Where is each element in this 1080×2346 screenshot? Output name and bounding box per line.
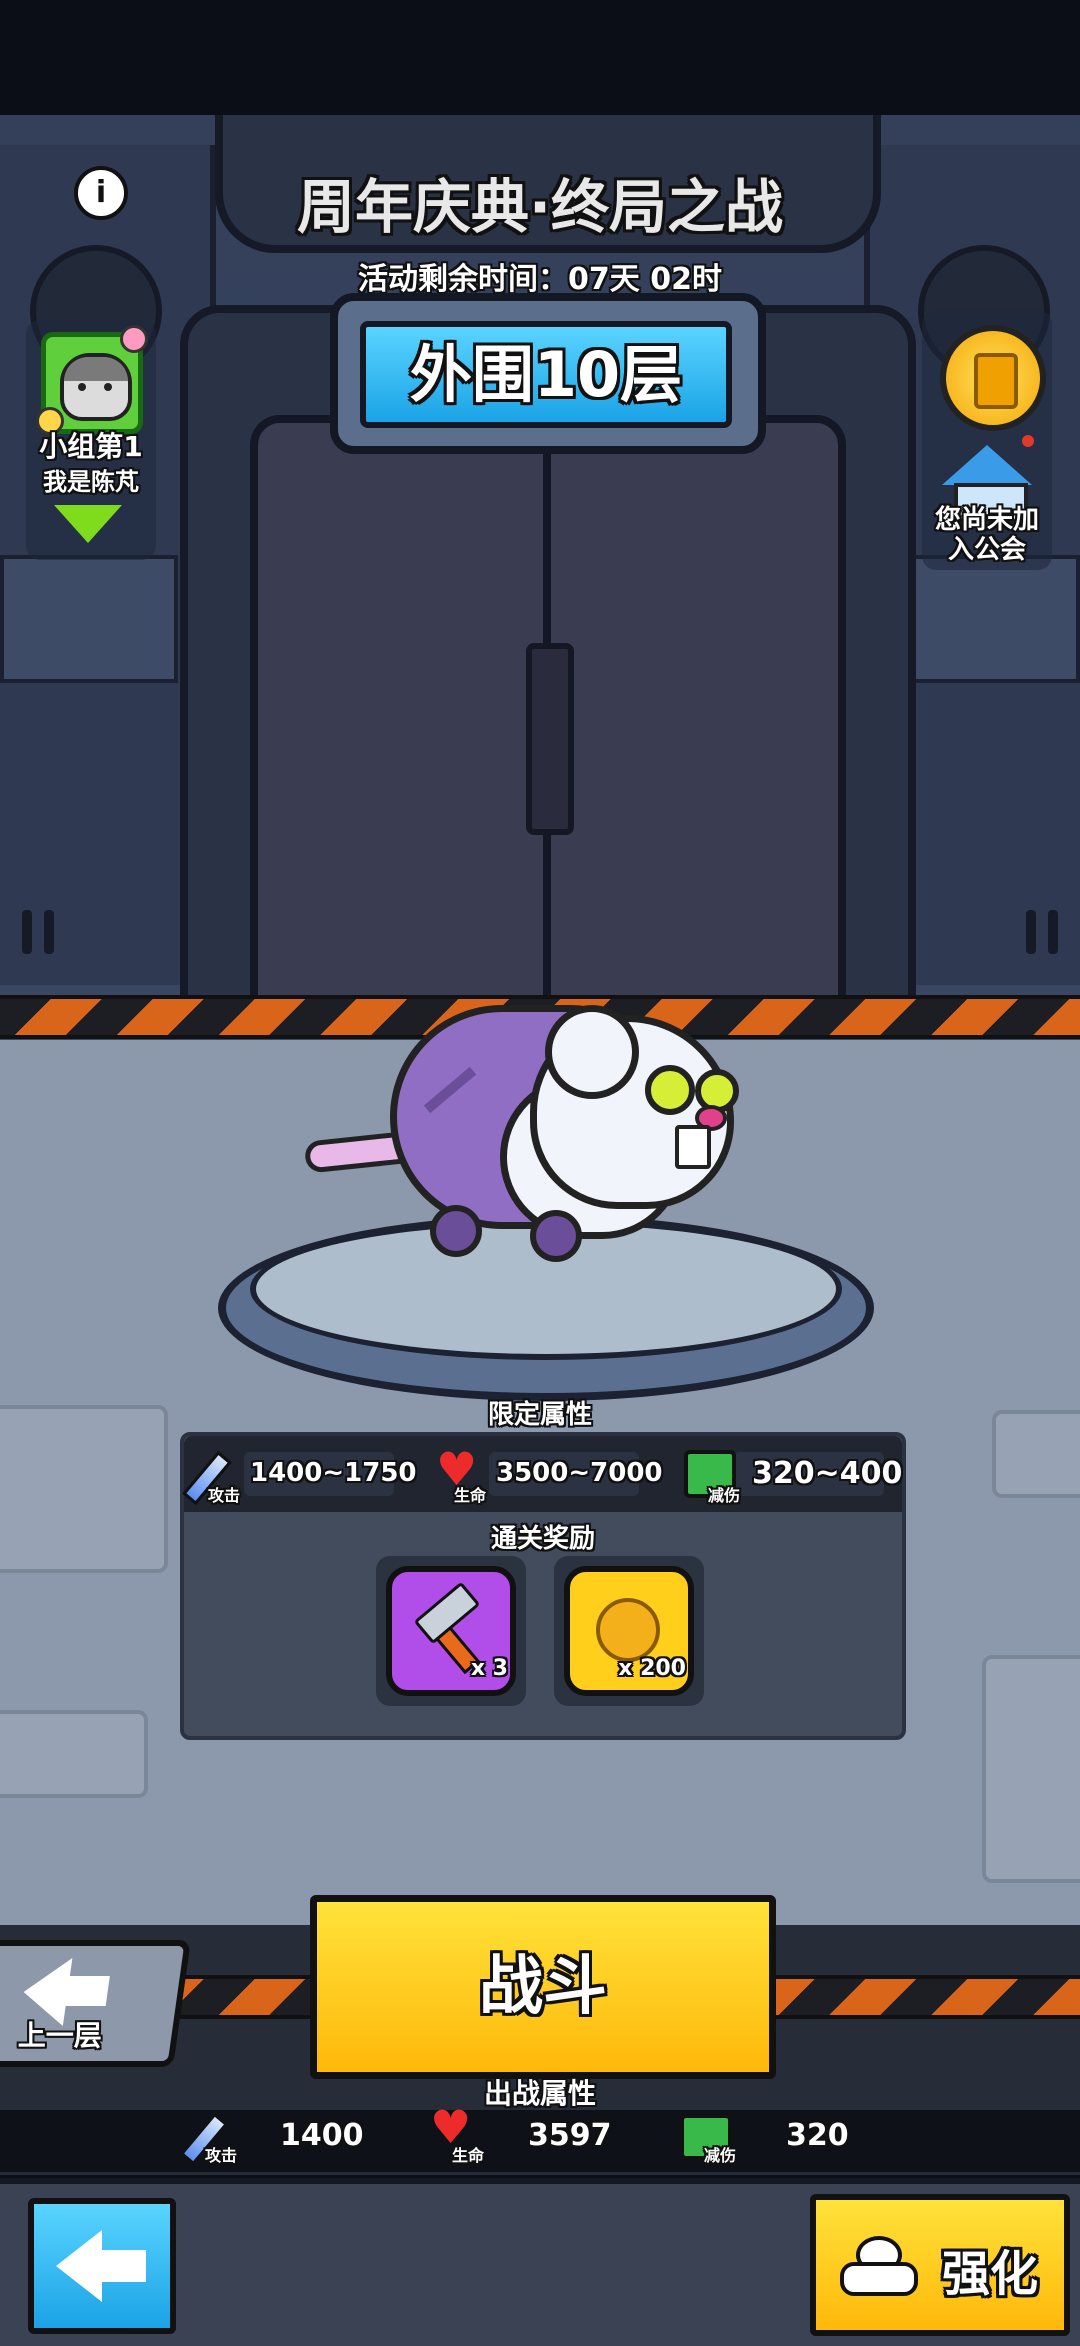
back-arrow-icon xyxy=(56,2230,102,2302)
reward-count: x 3 xyxy=(470,1656,508,1681)
attack-tag: 攻击 xyxy=(208,1486,241,1505)
floor-label: 外围10层 xyxy=(360,321,732,428)
flower-icon xyxy=(120,325,148,353)
avatar xyxy=(36,325,148,435)
muscle-icon xyxy=(840,2236,918,2296)
defense-tag: 减伤 xyxy=(708,1486,741,1505)
chevron-down-icon[interactable] xyxy=(54,505,122,543)
hammer-icon xyxy=(406,1581,486,1675)
top-bar xyxy=(0,0,1080,115)
reward-count: x 200 xyxy=(618,1656,686,1681)
battle-defense: 320 xyxy=(786,2118,849,2153)
back-button[interactable] xyxy=(28,2198,176,2334)
event-timer: 活动剩余时间：07天 02时 xyxy=(358,262,722,297)
battle-defense-tag: 减伤 xyxy=(704,2146,737,2165)
attributes-panel: 攻击 1400~1750 ♥ 生命 3500~7000 减伤 320~400 通… xyxy=(180,1432,906,1740)
player-name: 我是陈芃 xyxy=(43,468,139,496)
hp-tag: 生命 xyxy=(454,1486,487,1505)
battle-hp-tag: 生命 xyxy=(452,2146,485,2165)
prev-floor-label: 上一层 xyxy=(17,2019,102,2052)
rat-monster xyxy=(300,965,780,1275)
battle-attack-tag: 攻击 xyxy=(205,2146,238,2165)
attack-range: 1400~1750 xyxy=(250,1458,417,1488)
rank-panel[interactable]: 小组第1 我是陈芃 xyxy=(26,320,156,560)
rank-text: 小组第1 xyxy=(39,430,143,463)
battle-hp: 3597 xyxy=(528,2118,612,2153)
rewards-title: 通关奖励 xyxy=(490,1524,595,1554)
cat-face-icon xyxy=(60,353,132,421)
hp-range: 3500~7000 xyxy=(496,1458,663,1488)
reward-slot[interactable]: x 200 xyxy=(554,1556,704,1706)
upgrade-label: 强化 xyxy=(942,2246,1039,2302)
door xyxy=(250,415,846,1021)
floor-label-frame: 外围10层 xyxy=(330,293,766,454)
limited-attributes-title: 限定属性 xyxy=(487,1400,592,1430)
battle-attack: 1400 xyxy=(280,2118,364,2153)
reward-slot[interactable]: x 3 xyxy=(376,1556,526,1706)
guild-status: 您尚未加入公会 xyxy=(934,505,1039,565)
gold-coin-icon xyxy=(596,1598,660,1662)
defense-range: 320~400 xyxy=(752,1456,903,1491)
prev-floor-button[interactable]: 上一层 xyxy=(0,1940,191,2067)
gold-medal-icon[interactable] xyxy=(940,325,1046,431)
upgrade-button[interactable]: 强化 xyxy=(810,2194,1070,2336)
battle-stats-title: 出战属性 xyxy=(483,2077,596,2110)
event-title: 周年庆典·终局之战 xyxy=(296,173,784,241)
rat-eye xyxy=(645,1065,695,1115)
fight-button[interactable]: 战斗 xyxy=(310,1895,776,2079)
